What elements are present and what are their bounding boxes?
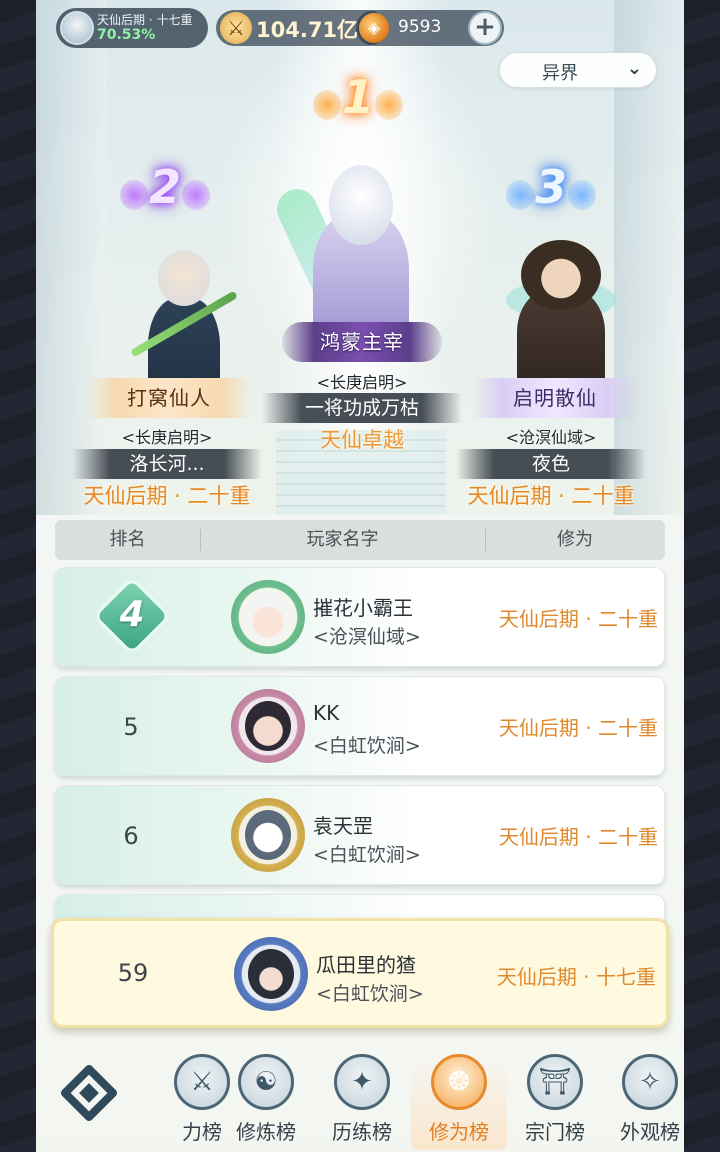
rank-1-sect: <长庚启明>	[316, 373, 408, 392]
rank-number: 5	[123, 713, 139, 741]
avatar[interactable]	[231, 580, 305, 654]
bottom-nav: ⚔ 力榜 ☯ 修炼榜 ✦ 历练榜 ❂ 修为榜 ⛩ 宗门榜 ✧ 外观榜	[36, 1040, 684, 1152]
my-player-sect: <白虹饮涧>	[316, 983, 424, 1005]
rank-2-number: 2	[148, 160, 181, 214]
header-player-name: 玩家名字	[306, 529, 379, 550]
player-cultivation: 天仙后期 · 二十重	[498, 825, 658, 849]
player-cultivation: 天仙后期 · 二十重	[498, 607, 658, 631]
table-row[interactable]: 4 摧花小霸王 <沧溟仙域> 天仙后期 · 二十重	[55, 567, 665, 667]
rank-number: 4	[119, 594, 145, 635]
tab-appearance-ranking[interactable]: ✧ 外观榜	[602, 1054, 684, 1150]
rank-1-title: 鸿蒙主宰	[282, 322, 442, 362]
player-name: 袁天罡	[313, 814, 373, 838]
player-cultivation: 天仙后期 · 二十重	[498, 716, 658, 740]
rank-2-sect: <长庚启明>	[121, 428, 213, 447]
compass-star-icon: ✦	[334, 1054, 390, 1110]
tab-label: 修炼榜	[236, 1120, 296, 1144]
avatar-face	[245, 701, 291, 751]
dropdown-selected: 异界	[542, 63, 578, 84]
character-head	[329, 165, 393, 245]
avatar[interactable]	[231, 798, 305, 872]
rank-1-number: 1	[341, 70, 374, 124]
home-diamond-button[interactable]	[58, 1062, 120, 1124]
tab-sect-ranking[interactable]: ⛩ 宗门榜	[507, 1054, 603, 1150]
rank-3-number: 3	[534, 160, 567, 214]
realm-avatar-icon	[60, 11, 94, 45]
player-sect: <白虹饮涧>	[313, 844, 421, 866]
avatar-face	[245, 810, 291, 860]
rank-2-realm: 天仙后期 · 二十重	[83, 484, 251, 508]
rank-2-title: 打窝仙人	[86, 378, 252, 418]
my-rank-number: 59	[117, 959, 149, 987]
character-head	[158, 250, 210, 306]
chevron-down-icon: ⌄	[626, 58, 642, 79]
header-cultivation: 修为	[557, 529, 593, 550]
my-player-name: 瓜田里的猹	[316, 953, 416, 977]
rank-2-emblem: 2	[120, 150, 210, 230]
avatar-face	[248, 949, 294, 999]
character-head	[521, 240, 601, 310]
rank-1-realm: 天仙卓越	[320, 428, 404, 452]
currency-value: 9593	[398, 17, 442, 37]
tab-label: 历练榜	[332, 1120, 392, 1144]
player-sect: <沧溟仙域>	[313, 626, 421, 648]
table-row[interactable]: 5 KK <白虹饮涧> 天仙后期 · 二十重	[55, 676, 665, 776]
power-value: 104.71亿	[256, 18, 359, 42]
rank-3-realm: 天仙后期 · 二十重	[467, 484, 635, 508]
realm-dropdown[interactable]: 异界 ⌄	[499, 52, 657, 88]
table-row[interactable]: 6 袁天罡 <白虹饮涧> 天仙后期 · 二十重	[55, 785, 665, 885]
rank-3-player-name[interactable]: 夜色	[456, 449, 646, 479]
tab-training-ranking[interactable]: ☯ 修炼榜	[218, 1054, 314, 1150]
right-border-decor	[684, 0, 720, 1152]
realm-status[interactable]: 天仙后期 · 十七重 70.53%	[56, 8, 208, 48]
rank-2-player-name[interactable]: 洛长河...	[72, 449, 262, 479]
avatar-face	[245, 592, 291, 642]
left-border-decor	[0, 0, 36, 1152]
leaderboard-screen: 1 2 3 鸿蒙主宰 <长庚启明> 一将功成万枯 天仙卓越 打窝仙人 <长庚启明…	[36, 0, 684, 1152]
appearance-icon: ✧	[622, 1054, 678, 1110]
rank-3-title: 启明散仙	[472, 378, 638, 418]
crossed-swords-icon: ⚔	[220, 12, 252, 44]
my-rank-row[interactable]: 59 瓜田里的猹 <白虹饮涧> 天仙后期 · 十七重	[51, 918, 669, 1028]
table-header: 排名 玩家名字 修为	[55, 520, 665, 560]
header-rank: 排名	[109, 529, 146, 550]
realm-progress: 70.53%	[97, 27, 156, 43]
tab-label: 外观榜	[620, 1120, 680, 1144]
tab-trial-ranking[interactable]: ✦ 历练榜	[314, 1054, 410, 1150]
rank-number: 6	[123, 822, 139, 850]
tab-cultivation-ranking[interactable]: ❂ 修为榜	[411, 1054, 507, 1150]
yinyang-icon: ☯	[238, 1054, 294, 1110]
player-sect: <白虹饮涧>	[313, 735, 421, 757]
my-avatar[interactable]	[234, 937, 308, 1011]
tab-label: 宗门榜	[525, 1120, 585, 1144]
player-name: KK	[313, 701, 340, 725]
my-cultivation: 天仙后期 · 十七重	[496, 965, 656, 989]
rank-1-player-name[interactable]: 一将功成万枯	[262, 393, 462, 423]
gate-icon: ⛩	[527, 1054, 583, 1110]
rank-3-emblem: 3	[506, 150, 596, 230]
rank-3-sect: <沧溟仙域>	[505, 428, 597, 447]
avatar[interactable]	[231, 689, 305, 763]
rank-1-emblem: 1	[313, 60, 403, 140]
add-currency-button[interactable]: +	[468, 11, 502, 45]
spirit-stone-icon: ◈	[359, 13, 389, 43]
player-name: 摧花小霸王	[313, 596, 413, 620]
tab-label: 修为榜	[429, 1120, 489, 1144]
cultivation-icon: ❂	[431, 1054, 487, 1110]
currency-display: ◈ 9593 +	[356, 10, 504, 46]
realm-name: 天仙后期 · 十七重	[97, 13, 193, 27]
